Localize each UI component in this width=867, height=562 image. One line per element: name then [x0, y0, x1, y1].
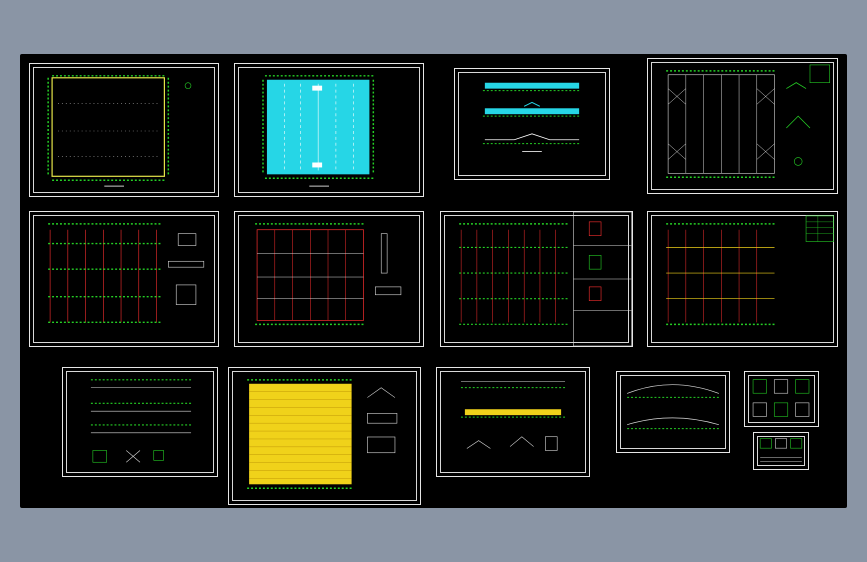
frame-plan-drawing — [48, 223, 205, 324]
details-drawing — [759, 438, 803, 462]
purlin-plan-drawing — [247, 379, 398, 489]
drawing-sheet-arch-elevation[interactable] — [436, 367, 590, 477]
drawing-sheet-frame-plan-details[interactable] — [440, 211, 633, 347]
section-drawing — [90, 379, 192, 463]
drawing-sheet-foundation-plan[interactable] — [29, 63, 219, 197]
drawing-sheet-roof-bracing[interactable] — [647, 58, 838, 194]
frame-plan-drawing — [459, 212, 632, 346]
drawing-sheet-details-a[interactable] — [744, 371, 819, 427]
frame-elevation-drawing — [627, 384, 719, 430]
bracing-drawing — [666, 64, 830, 178]
frame-plan-drawing — [255, 223, 402, 326]
drawing-sheet-purlin-plan[interactable] — [228, 367, 421, 505]
frame-plan-drawing — [666, 215, 834, 326]
drawing-sheet-frame-elevation[interactable] — [616, 371, 730, 453]
plan-drawing — [262, 75, 375, 187]
drawing-sheet-sections[interactable] — [62, 367, 218, 477]
drawing-sheet-roof-plan[interactable] — [234, 63, 424, 197]
plan-drawing — [47, 75, 192, 187]
drawing-sheet-details-b[interactable] — [753, 432, 809, 470]
drawing-sheet-frame-plan-1[interactable] — [29, 211, 219, 347]
elevation-drawing — [460, 381, 566, 451]
elevation-drawing — [482, 82, 582, 152]
drawing-canvas[interactable] — [20, 54, 847, 508]
details-drawing — [752, 379, 810, 417]
drawing-sheet-frame-plan-2[interactable] — [234, 211, 424, 347]
drawing-sheet-frame-plan-table[interactable] — [647, 211, 838, 347]
drawing-sheet-elevations[interactable] — [454, 68, 610, 180]
